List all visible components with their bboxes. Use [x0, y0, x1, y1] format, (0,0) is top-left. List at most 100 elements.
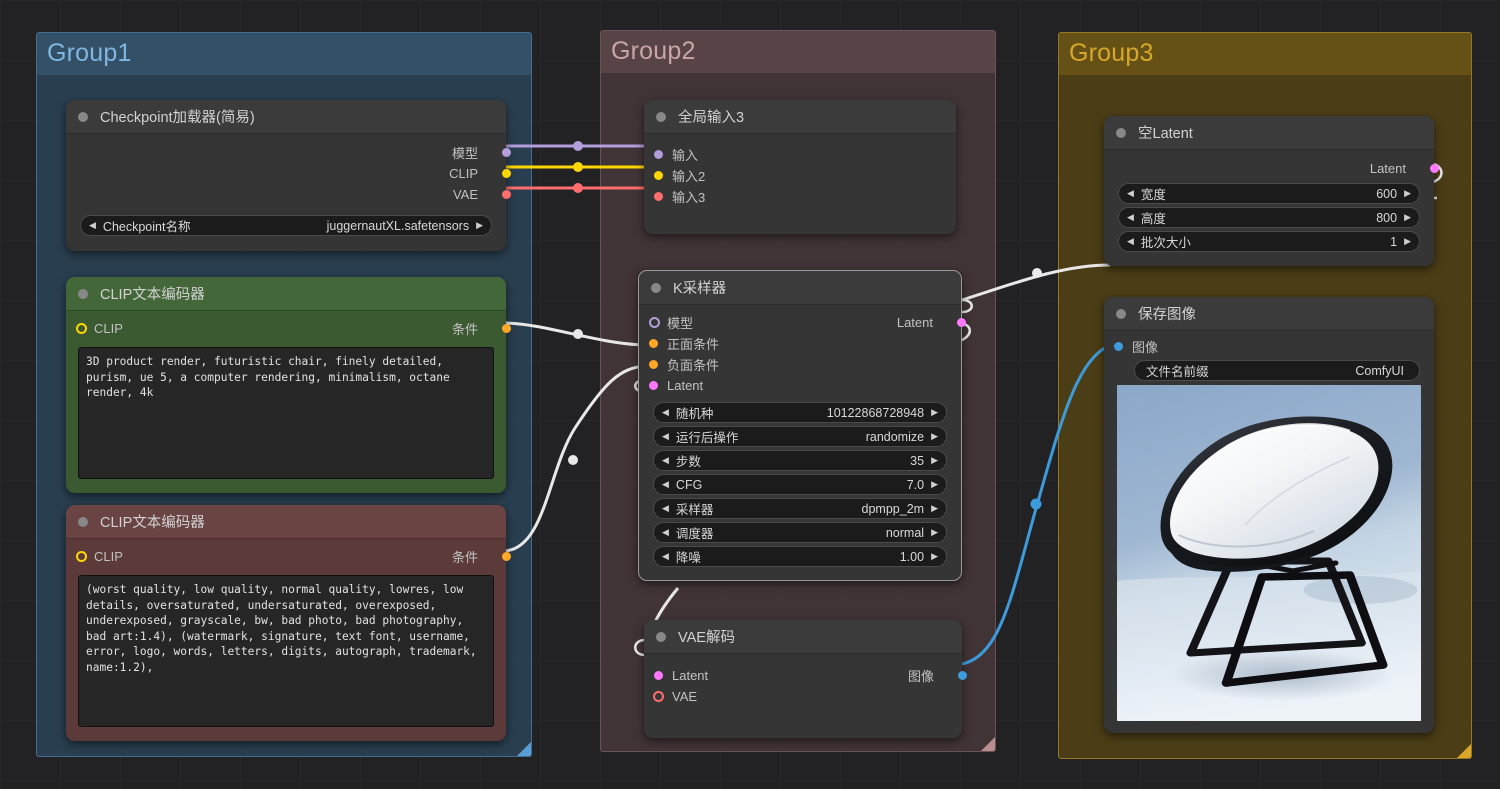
widget-sampler-name[interactable]: ◀ 采样器 dpmpp_2m ▶: [653, 498, 947, 519]
input-port-image-icon[interactable]: [1114, 342, 1123, 351]
decrement-arrow-icon[interactable]: ◀: [1127, 213, 1134, 222]
node-save-image[interactable]: 保存图像 图像 文件名前缀 ComfyUI: [1104, 297, 1434, 733]
increment-arrow-icon[interactable]: ▶: [931, 504, 938, 513]
node-clip-text-encode-negative[interactable]: CLIP文本编码器 CLIP 条件 (worst quality, low qu…: [66, 505, 511, 741]
node-vae-decode[interactable]: VAE解码 Latent 图像 VAE: [644, 620, 967, 738]
increment-arrow-icon[interactable]: ▶: [931, 408, 938, 417]
input-port-1-icon[interactable]: [654, 150, 663, 159]
widget-value-batch-size[interactable]: 1: [1390, 235, 1397, 249]
widget-value-scheduler[interactable]: normal: [886, 526, 924, 540]
widget-value-height[interactable]: 800: [1376, 211, 1397, 225]
node-header-global-input[interactable]: 全局输入3: [644, 100, 956, 134]
node-collapse-dot-icon[interactable]: [1116, 308, 1126, 319]
node-header-clip-positive[interactable]: CLIP文本编码器: [66, 277, 506, 311]
node-collapse-dot-icon[interactable]: [651, 282, 661, 293]
decrement-arrow-icon[interactable]: ◀: [662, 552, 669, 561]
input-port-vae-icon[interactable]: [653, 691, 664, 702]
input-slot-vae[interactable]: VAE: [644, 686, 962, 707]
output-slot-vae[interactable]: VAE: [66, 184, 511, 205]
input-port-model-icon[interactable]: [649, 316, 660, 328]
input-slot-1[interactable]: 输入: [644, 144, 956, 165]
input-port-2-icon[interactable]: [654, 171, 663, 180]
output-port-image-icon[interactable]: [957, 670, 967, 680]
input-port-clip-icon[interactable]: [76, 550, 87, 562]
decrement-arrow-icon[interactable]: ◀: [662, 504, 669, 513]
node-checkpoint-loader[interactable]: Checkpoint加载器(简易) 模型 CLIP VAE ◀ Checkpoi…: [66, 100, 511, 251]
output-slot-model[interactable]: 模型: [66, 142, 511, 163]
widget-value-checkpoint-name[interactable]: juggernautXL.safetensors: [327, 219, 469, 233]
widget-seed[interactable]: ◀ 随机种 10122868728948 ▶: [653, 402, 947, 423]
increment-arrow-icon[interactable]: ▶: [1404, 189, 1411, 198]
input-port-latent-icon[interactable]: [654, 670, 663, 680]
output-port-latent-icon[interactable]: [956, 317, 966, 327]
input-port-negative-icon[interactable]: [649, 360, 658, 369]
increment-arrow-icon[interactable]: ▶: [1404, 237, 1411, 246]
node-collapse-dot-icon[interactable]: [78, 111, 88, 122]
widget-value-width[interactable]: 600: [1376, 187, 1397, 201]
prompt-textarea-negative[interactable]: (worst quality, low quality, normal qual…: [78, 575, 494, 727]
widget-value-cfg[interactable]: 7.0: [907, 478, 924, 492]
input-port-positive-icon[interactable]: [649, 339, 658, 348]
node-ksampler[interactable]: K采样器 模型 Latent 正面条件 负面条件 Latent ◀ 随机种 10…: [638, 270, 966, 581]
group-resize-handle-group2[interactable]: [981, 737, 995, 751]
increment-arrow-icon[interactable]: ▶: [1404, 213, 1411, 222]
output-slot-latent[interactable]: Latent: [1104, 156, 1439, 180]
input-slot-2[interactable]: 输入2: [644, 165, 956, 186]
increment-arrow-icon[interactable]: ▶: [931, 552, 938, 561]
node-header-vae-decode[interactable]: VAE解码: [644, 620, 962, 654]
input-slot-image[interactable]: 图像: [1104, 336, 1434, 357]
output-port-conditioning-icon[interactable]: [501, 323, 511, 333]
output-slot-clip[interactable]: CLIP: [66, 163, 511, 184]
input-port-3-icon[interactable]: [654, 192, 663, 201]
increment-arrow-icon[interactable]: ▶: [931, 528, 938, 537]
widget-value-sampler-name[interactable]: dpmpp_2m: [862, 502, 925, 516]
increment-arrow-icon[interactable]: ▶: [476, 221, 483, 230]
input-slot-positive[interactable]: 正面条件: [639, 333, 961, 354]
node-clip-text-encode-positive[interactable]: CLIP文本编码器 CLIP 条件 3D product render, fut…: [66, 277, 511, 493]
output-port-latent-icon[interactable]: [1429, 163, 1439, 173]
output-port-vae-icon[interactable]: [501, 190, 511, 199]
widget-value-filename-prefix[interactable]: ComfyUI: [1355, 364, 1404, 378]
widget-value-control-after-generate[interactable]: randomize: [866, 430, 924, 444]
widget-batch-size[interactable]: ◀ 批次大小 1 ▶: [1118, 231, 1420, 252]
decrement-arrow-icon[interactable]: ◀: [89, 221, 96, 230]
widget-steps[interactable]: ◀ 步数 35 ▶: [653, 450, 947, 471]
increment-arrow-icon[interactable]: ▶: [931, 480, 938, 489]
widget-value-steps[interactable]: 35: [910, 454, 924, 468]
node-header-checkpoint-loader[interactable]: Checkpoint加载器(简易): [66, 100, 506, 134]
node-collapse-dot-icon[interactable]: [78, 288, 88, 299]
output-port-model-icon[interactable]: [501, 148, 511, 157]
group-resize-handle-group3[interactable]: [1457, 744, 1471, 758]
node-global-input[interactable]: 全局输入3 输入 输入2 输入3: [644, 100, 956, 234]
node-collapse-dot-icon[interactable]: [656, 111, 666, 122]
workflow-canvas[interactable]: Group1 Group2 Group3 Checkpoint加载器(简易) 模…: [0, 0, 1500, 789]
node-collapse-dot-icon[interactable]: [1116, 127, 1126, 138]
widget-denoise[interactable]: ◀ 降噪 1.00 ▶: [653, 546, 947, 567]
output-port-conditioning-icon[interactable]: [501, 551, 511, 561]
widget-filename-prefix[interactable]: 文件名前缀 ComfyUI: [1134, 360, 1420, 381]
decrement-arrow-icon[interactable]: ◀: [662, 408, 669, 417]
decrement-arrow-icon[interactable]: ◀: [662, 480, 669, 489]
input-slot-3[interactable]: 输入3: [644, 186, 956, 207]
widget-checkpoint-name[interactable]: ◀ Checkpoint名称 juggernautXL.safetensors …: [80, 215, 492, 236]
widget-scheduler[interactable]: ◀ 调度器 normal ▶: [653, 522, 947, 543]
node-header-clip-negative[interactable]: CLIP文本编码器: [66, 505, 506, 539]
input-port-latent-icon[interactable]: [649, 381, 658, 390]
group-resize-handle-group1[interactable]: [517, 742, 531, 756]
decrement-arrow-icon[interactable]: ◀: [662, 528, 669, 537]
decrement-arrow-icon[interactable]: ◀: [662, 456, 669, 465]
node-header-empty-latent[interactable]: 空Latent: [1104, 116, 1434, 150]
increment-arrow-icon[interactable]: ▶: [931, 456, 938, 465]
input-port-clip-icon[interactable]: [76, 322, 87, 334]
output-port-clip-icon[interactable]: [501, 169, 511, 178]
group-title-group1[interactable]: Group1: [37, 33, 531, 75]
group-title-group3[interactable]: Group3: [1059, 33, 1471, 75]
decrement-arrow-icon[interactable]: ◀: [662, 432, 669, 441]
widget-width[interactable]: ◀ 宽度 600 ▶: [1118, 183, 1420, 204]
increment-arrow-icon[interactable]: ▶: [931, 432, 938, 441]
node-header-ksampler[interactable]: K采样器: [639, 271, 961, 305]
widget-control-after-generate[interactable]: ◀ 运行后操作 randomize ▶: [653, 426, 947, 447]
node-collapse-dot-icon[interactable]: [656, 631, 666, 642]
node-header-save-image[interactable]: 保存图像: [1104, 297, 1434, 331]
input-slot-negative[interactable]: 负面条件: [639, 354, 961, 375]
